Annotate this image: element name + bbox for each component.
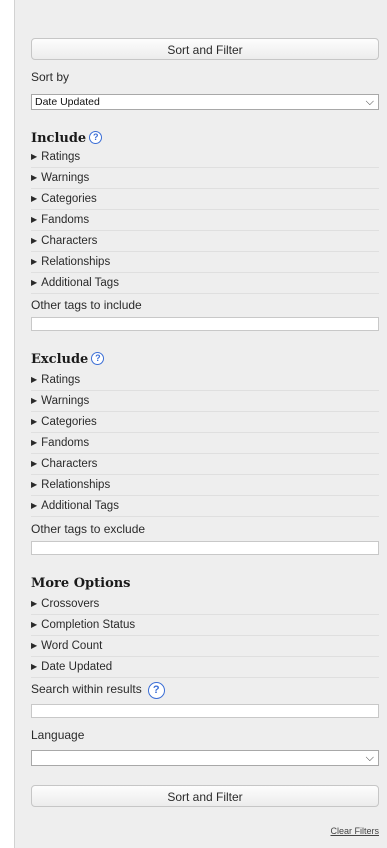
language-label: Language xyxy=(31,728,85,742)
exclude-item-label: Characters xyxy=(41,458,98,470)
include-item-label: Relationships xyxy=(41,256,111,268)
more-crossovers[interactable]: ▶ Crossovers xyxy=(31,594,379,615)
expand-triangle-icon: ▶ xyxy=(31,236,38,245)
chevron-down-icon: ⌵ xyxy=(365,96,374,108)
language-select[interactable]: ⌵ xyxy=(31,750,379,766)
sort-and-filter-button-top[interactable]: Sort and Filter xyxy=(31,38,379,60)
include-item-label: Characters xyxy=(41,235,98,247)
include-item-label: Ratings xyxy=(41,151,81,163)
more-date-updated[interactable]: ▶ Date Updated xyxy=(31,657,379,678)
more-item-label: Word Count xyxy=(41,640,103,652)
expand-triangle-icon: ▶ xyxy=(31,620,38,629)
include-characters[interactable]: ▶ Characters xyxy=(31,231,379,252)
expand-triangle-icon: ▶ xyxy=(31,501,38,510)
search-within-results-label: Search within results? xyxy=(31,682,165,699)
expand-triangle-icon: ▶ xyxy=(31,662,38,671)
other-tags-include-input[interactable] xyxy=(31,317,379,331)
other-tags-include-label: Other tags to include xyxy=(31,298,142,312)
include-item-label: Fandoms xyxy=(41,214,90,226)
expand-triangle-icon: ▶ xyxy=(31,641,38,650)
help-icon[interactable]: ? xyxy=(91,352,105,365)
exclude-categories[interactable]: ▶ Categories xyxy=(31,412,379,433)
help-icon[interactable]: ? xyxy=(89,131,103,144)
expand-triangle-icon: ▶ xyxy=(31,438,38,447)
exclude-fandoms[interactable]: ▶ Fandoms xyxy=(31,433,379,454)
include-relationships[interactable]: ▶ Relationships xyxy=(31,252,379,273)
exclude-heading: Exclude? xyxy=(31,352,105,367)
exclude-item-label: Warnings xyxy=(41,395,90,407)
expand-triangle-icon: ▶ xyxy=(31,194,38,203)
sort-and-filter-button-bottom[interactable]: Sort and Filter xyxy=(31,785,379,807)
include-item-label: Categories xyxy=(41,193,97,205)
exclude-relationships[interactable]: ▶ Relationships xyxy=(31,475,379,496)
help-icon[interactable]: ? xyxy=(147,682,165,699)
other-tags-exclude-label: Other tags to exclude xyxy=(31,522,146,536)
more-item-label: Date Updated xyxy=(41,661,113,673)
expand-triangle-icon: ▶ xyxy=(31,215,38,224)
sort-by-label: Sort by xyxy=(31,70,70,84)
expand-triangle-icon: ▶ xyxy=(31,396,38,405)
include-item-label: Additional Tags xyxy=(41,277,119,289)
exclude-heading-text: Exclude xyxy=(31,352,89,367)
sort-by-select[interactable]: Date Updated ⌵ xyxy=(31,94,379,110)
include-ratings[interactable]: ▶ Ratings xyxy=(31,147,379,168)
sort-by-value: Date Updated xyxy=(35,96,100,108)
exclude-item-label: Categories xyxy=(41,416,97,428)
exclude-characters[interactable]: ▶ Characters xyxy=(31,454,379,475)
more-completion-status[interactable]: ▶ Completion Status xyxy=(31,615,379,636)
exclude-item-label: Ratings xyxy=(41,374,81,386)
more-item-label: Completion Status xyxy=(41,619,136,631)
expand-triangle-icon: ▶ xyxy=(31,459,38,468)
exclude-item-label: Additional Tags xyxy=(41,500,119,512)
chevron-down-icon: ⌵ xyxy=(365,752,374,764)
exclude-warnings[interactable]: ▶ Warnings xyxy=(31,391,379,412)
expand-triangle-icon: ▶ xyxy=(31,599,38,608)
include-heading-text: Include xyxy=(31,131,87,146)
other-tags-exclude-input[interactable] xyxy=(31,541,379,555)
include-additional-tags[interactable]: ▶ Additional Tags xyxy=(31,273,379,294)
more-options-heading: More Options xyxy=(31,576,131,591)
include-item-label: Warnings xyxy=(41,172,90,184)
expand-triangle-icon: ▶ xyxy=(31,375,38,384)
search-within-results-input[interactable] xyxy=(31,704,379,718)
expand-triangle-icon: ▶ xyxy=(31,417,38,426)
include-heading: Include? xyxy=(31,131,103,146)
include-categories[interactable]: ▶ Categories xyxy=(31,189,379,210)
expand-triangle-icon: ▶ xyxy=(31,278,38,287)
include-warnings[interactable]: ▶ Warnings xyxy=(31,168,379,189)
exclude-item-label: Relationships xyxy=(41,479,111,491)
exclude-item-label: Fandoms xyxy=(41,437,90,449)
expand-triangle-icon: ▶ xyxy=(31,480,38,489)
search-within-results-text: Search within results xyxy=(31,682,142,696)
expand-triangle-icon: ▶ xyxy=(31,173,38,182)
exclude-additional-tags[interactable]: ▶ Additional Tags xyxy=(31,496,379,517)
expand-triangle-icon: ▶ xyxy=(31,152,38,161)
clear-filters-link[interactable]: Clear Filters xyxy=(330,826,379,836)
more-word-count[interactable]: ▶ Word Count xyxy=(31,636,379,657)
expand-triangle-icon: ▶ xyxy=(31,257,38,266)
more-item-label: Crossovers xyxy=(41,598,100,610)
include-fandoms[interactable]: ▶ Fandoms xyxy=(31,210,379,231)
exclude-ratings[interactable]: ▶ Ratings xyxy=(31,370,379,391)
filter-panel: Sort and Filter Sort by Date Updated ⌵ I… xyxy=(14,0,387,848)
